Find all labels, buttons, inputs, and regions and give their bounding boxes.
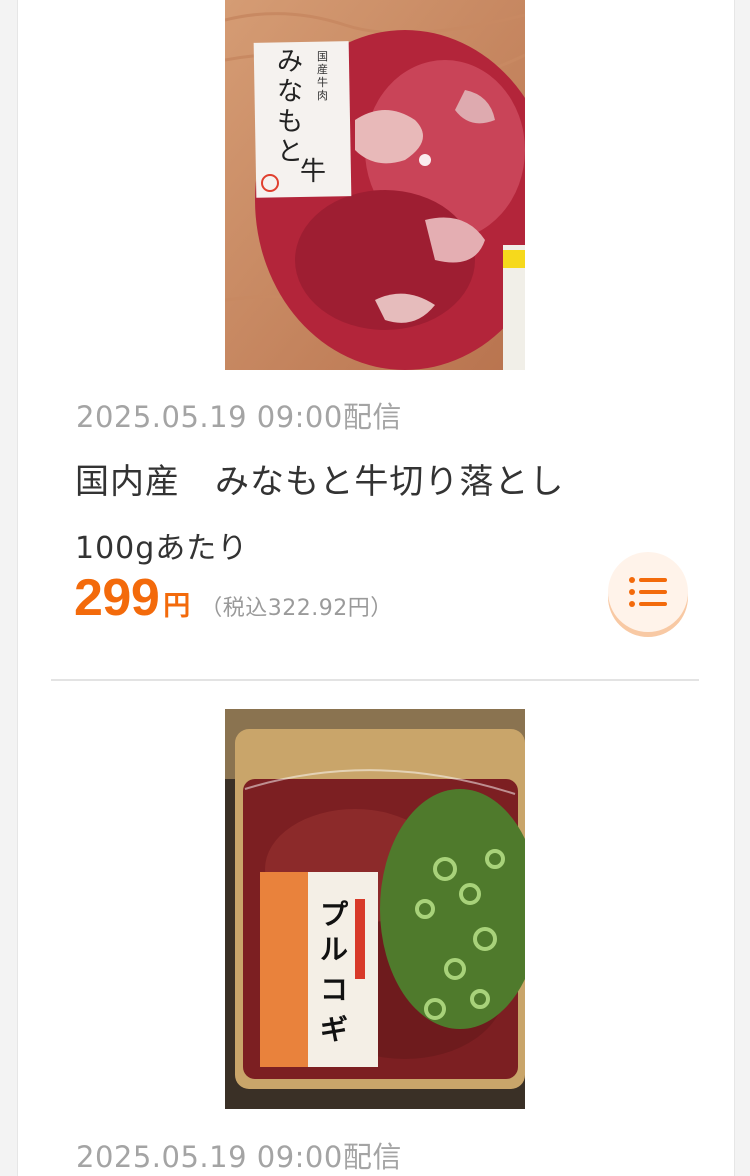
svg-text:な: な (277, 77, 303, 107)
product-image-beef[interactable]: み な も と 牛 国 産 牛 肉 (225, 0, 525, 370)
svg-text:牛: 牛 (300, 157, 326, 187)
svg-text:み: み (277, 47, 303, 77)
product-unit: 100gあたり (75, 531, 249, 566)
list-icon (629, 577, 667, 607)
item-divider (51, 679, 699, 681)
svg-text:ギ: ギ (320, 1013, 348, 1046)
beef-photo: み な も と 牛 国 産 牛 肉 (225, 0, 525, 370)
svg-text:ル: ル (320, 933, 348, 966)
product-image-bulgogi[interactable]: プ ル コ ギ (225, 709, 525, 1109)
price-tax-included: （税込322.92円） (200, 596, 393, 621)
svg-text:コ: コ (320, 973, 348, 1006)
svg-text:国: 国 (317, 50, 328, 63)
svg-text:牛: 牛 (317, 75, 328, 89)
svg-text:プ: プ (320, 898, 349, 931)
svg-text:も: も (277, 107, 303, 137)
bulgogi-photo: プ ル コ ギ (225, 709, 525, 1109)
svg-text:肉: 肉 (317, 89, 328, 102)
flyer-page: み な も と 牛 国 産 牛 肉 2025.05.19 09:00配信 国内産… (0, 0, 750, 1176)
product-title[interactable]: 国内産 みなもと牛切り落とし (75, 454, 564, 503)
delivery-date-2: 2025.05.19 09:00配信 (76, 1140, 402, 1174)
price-value: 299 (74, 569, 160, 627)
price-row: 299 円 （税込322.92円） (74, 568, 393, 632)
svg-text:産: 産 (317, 63, 328, 76)
delivery-date: 2025.05.19 09:00配信 (76, 400, 402, 434)
add-to-list-button[interactable] (608, 552, 688, 632)
price-currency: 円 (163, 591, 191, 622)
